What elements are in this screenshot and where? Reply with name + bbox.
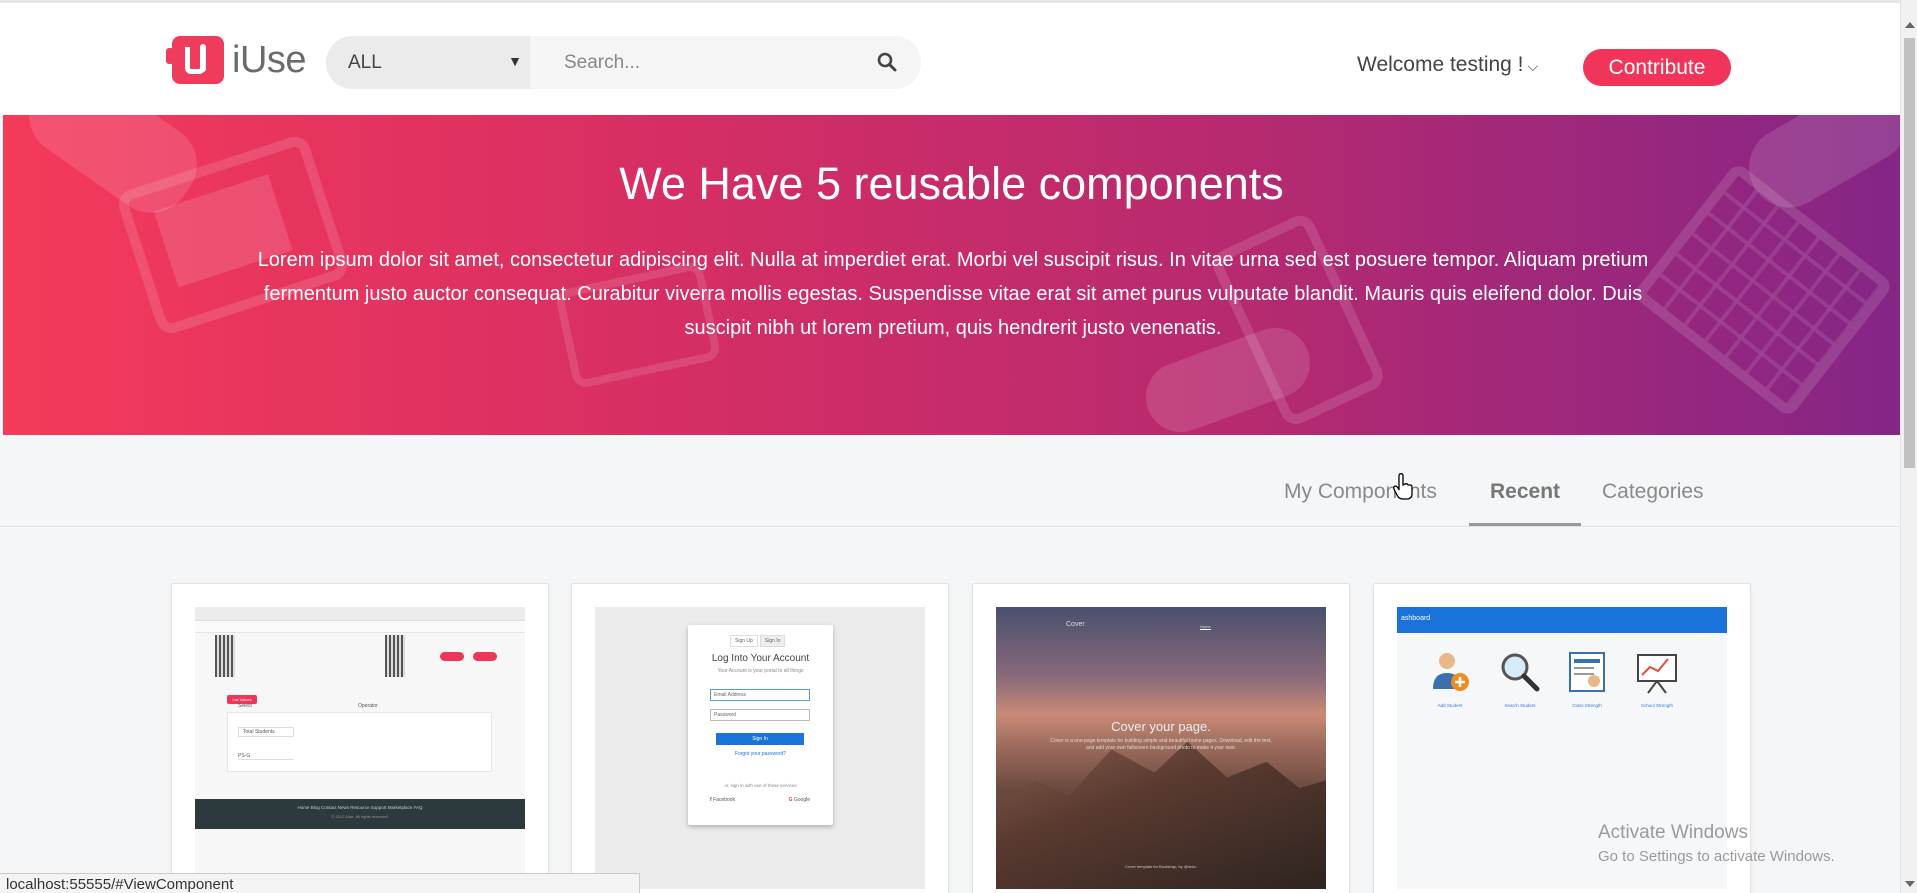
thumb-footer-copyright: © 2017 iUse. All rights reserved. <box>331 814 389 819</box>
watermark-subtitle: Go to Settings to activate Windows. <box>1598 848 1835 865</box>
barcode-graphic <box>215 635 235 677</box>
thumb-footer: Home Blog Contact News Resource Support … <box>195 799 525 829</box>
search-icon[interactable] <box>877 52 897 72</box>
user-menu[interactable]: Welcome testing ! ⌵ <box>1357 53 1538 77</box>
status-bar-url: localhost:55555/#ViewComponent <box>0 873 640 893</box>
page-scrollbar[interactable] <box>1900 0 1917 893</box>
browser-address-bar <box>195 621 525 633</box>
scroll-up-icon[interactable] <box>1905 22 1915 28</box>
chevron-down-icon: ⌵ <box>1527 58 1539 74</box>
cover-nav-item: Home <box>1200 624 1211 630</box>
google-icon: G <box>788 797 793 803</box>
cover-footer: Cover template for Bootstrap, by @mdo. <box>1125 864 1197 869</box>
magnifier-icon <box>1501 653 1540 692</box>
facebook-icon: f <box>710 797 712 803</box>
social-login-text: or, sign in with one of these services <box>724 783 797 788</box>
welcome-text: Welcome testing ! <box>1357 53 1524 76</box>
thumb-filter-box: Select Operator Total Students PS-G <box>227 703 492 772</box>
search-bar: ALL ▼ <box>326 36 921 89</box>
thumb-col-label: Operator <box>358 703 378 709</box>
browser-tabs-strip <box>195 607 525 621</box>
forgot-password-link: Forgot your password? <box>734 751 787 757</box>
cover-title: Cover your page. <box>1111 719 1211 734</box>
cover-brand: Cover <box>1066 621 1085 628</box>
login-title: Log Into Your Account <box>711 653 810 664</box>
hand-cursor-icon <box>1393 473 1413 500</box>
dashboard-bar: ashboard <box>1397 607 1727 633</box>
component-card[interactable]: List Values Select Operator Total Studen… <box>171 583 549 893</box>
component-thumbnail: Cover Home Cover your page. Cover is a o… <box>996 607 1326 889</box>
top-header: iUse ALL ▼ Welcome testing !⌵ Contribute <box>0 0 1900 115</box>
caret-down-icon: ▼ <box>508 53 522 69</box>
signin-tab: Sign In <box>759 635 786 647</box>
hero-description: Lorem ipsum dolor sit amet, consectetur … <box>257 249 1649 339</box>
barcode-graphic <box>385 635 405 677</box>
thumb-row-value: PS-G <box>238 753 294 760</box>
tab-categories[interactable]: Categories <box>1602 480 1704 526</box>
search-scope-value: ALL <box>348 51 382 73</box>
signup-tab: Sign Up <box>730 635 758 647</box>
component-thumbnail: Sign Up Sign In Log Into Your Account Yo… <box>595 607 925 889</box>
component-tabs: My Components Recent Categories <box>0 435 1900 527</box>
facebook-login: f Facebook <box>710 797 736 803</box>
dashboard-item-label: Search Student <box>1504 703 1536 708</box>
contribute-button[interactable]: Contribute <box>1583 49 1731 86</box>
login-subtitle: Your Account is your portal to all thing… <box>717 668 804 674</box>
thumb-button <box>440 652 464 661</box>
add-user-icon <box>1433 653 1469 691</box>
cover-text: Cover is a one-page template for buildin… <box>1050 738 1272 751</box>
report-icon <box>1569 652 1605 692</box>
google-login: G Google <box>788 797 810 803</box>
password-field: Password <box>710 709 810 721</box>
activation-watermark: Activate Windows Go to Settings to activ… <box>1598 822 1835 865</box>
login-tabs: Sign Up Sign In <box>730 635 786 647</box>
component-thumbnail: List Values Select Operator Total Studen… <box>195 607 525 889</box>
watermark-title: Activate Windows <box>1598 822 1748 843</box>
dashboard-item-label: Class Strength <box>1572 703 1602 708</box>
hero-title: We Have 5 reusable components <box>619 158 1284 209</box>
tab-recent[interactable]: Recent <box>1469 480 1581 526</box>
thumb-row-value: Total Students <box>238 727 294 737</box>
thumb-button <box>473 652 497 661</box>
social-login-buttons: f Facebook G Google <box>710 797 810 803</box>
scroll-down-icon[interactable] <box>1905 881 1915 887</box>
chart-board-icon <box>1637 654 1677 694</box>
component-card[interactable]: Sign Up Sign In Log Into Your Account Yo… <box>571 583 949 893</box>
search-scope-select[interactable]: ALL ▼ <box>326 36 530 89</box>
search-input[interactable] <box>530 36 921 89</box>
signin-button: Sign In <box>716 733 804 745</box>
logo-text: iUse <box>232 38 307 81</box>
email-field: Email Address <box>710 689 810 701</box>
scrollbar-thumb[interactable] <box>1904 38 1915 468</box>
dashboard-item-label: School Strength <box>1640 703 1674 708</box>
thumb-footer-links: Home Blog Contact News Resource Support … <box>297 805 423 810</box>
thumb-col-label: Select <box>238 703 252 709</box>
component-card[interactable]: Cover Home Cover your page. Cover is a o… <box>972 583 1350 893</box>
login-form-preview: Sign Up Sign In Log Into Your Account Yo… <box>688 625 833 825</box>
dashboard-item-label: Add Student <box>1437 703 1463 708</box>
logo-icon <box>166 36 224 84</box>
hero-banner: We Have 5 reusable components Lorem ipsu… <box>3 115 1900 435</box>
logo[interactable]: iUse <box>166 36 307 84</box>
